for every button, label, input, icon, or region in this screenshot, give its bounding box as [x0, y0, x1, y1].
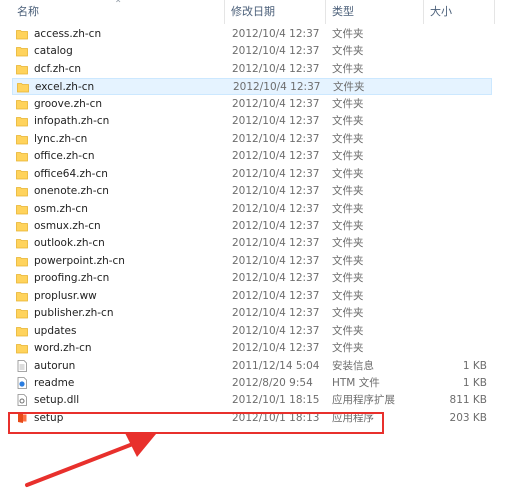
arrow-shaft	[25, 440, 140, 487]
annotation-arrow	[25, 433, 156, 487]
